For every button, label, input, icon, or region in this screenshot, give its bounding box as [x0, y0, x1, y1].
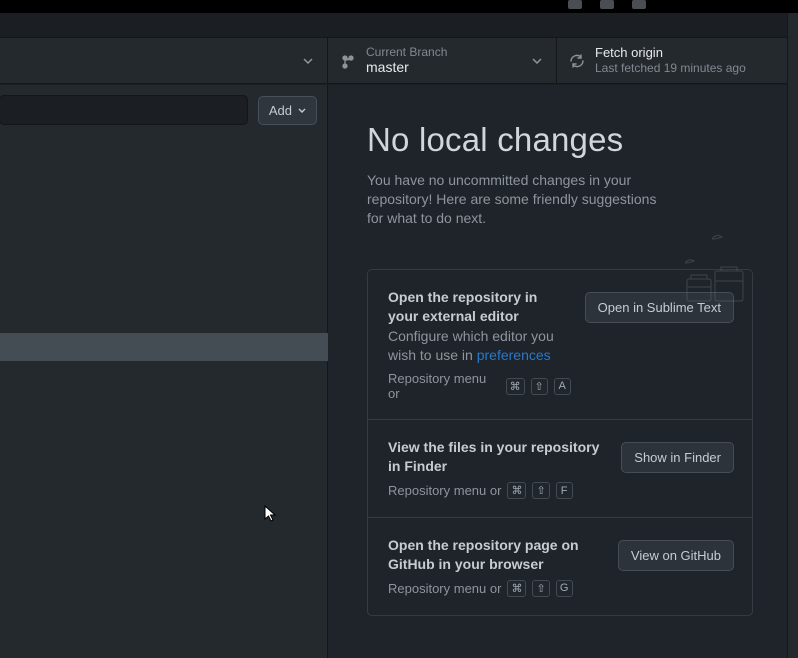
- kbd-letter: A: [554, 378, 571, 395]
- add-button-label: Add: [269, 103, 292, 118]
- card-hint: Repository menu or ⌘ ⇧ A: [388, 371, 571, 401]
- kbd-letter: F: [556, 482, 573, 499]
- card-view-github: Open the repository page on GitHub in yo…: [368, 518, 752, 615]
- kbd-cmd: ⌘: [506, 378, 525, 395]
- branch-selector[interactable]: Current Branch master: [328, 38, 557, 83]
- card-title: View the files in your repository in Fin…: [388, 438, 607, 476]
- card-hint: Repository menu or ⌘ ⇧ F: [388, 482, 607, 499]
- suggestion-cards: Open the repository in your external edi…: [367, 269, 753, 616]
- card-hint: Repository menu or ⌘ ⇧ G: [388, 580, 604, 597]
- dock-app-icon: [568, 0, 582, 9]
- filter-row: Add: [0, 85, 327, 135]
- branch-label: Current Branch: [366, 45, 447, 59]
- background-dock: [568, 0, 646, 9]
- kbd-letter: G: [556, 580, 573, 597]
- page-title: No local changes: [367, 121, 753, 159]
- branch-value: master: [366, 59, 447, 77]
- card-title: Open the repository page on GitHub in yo…: [388, 536, 604, 574]
- app-toolbar: Current Branch master Fetch origin Last …: [0, 37, 787, 84]
- kbd-shift: ⇧: [532, 482, 549, 499]
- main-content: No local changes You have no uncommitted…: [328, 85, 787, 658]
- kbd-cmd: ⌘: [507, 580, 526, 597]
- card-show-finder: View the files in your repository in Fin…: [368, 420, 752, 518]
- right-scrollbar-track[interactable]: [787, 13, 798, 658]
- git-branch-icon: [340, 53, 356, 69]
- caret-down-icon: [303, 58, 313, 64]
- dock-app-icon: [600, 0, 614, 9]
- caret-down-icon: [532, 58, 542, 64]
- empty-state-illustration: [679, 221, 757, 311]
- kbd-cmd: ⌘: [507, 482, 526, 499]
- show-finder-button[interactable]: Show in Finder: [621, 442, 734, 473]
- dock-app-icon: [632, 0, 646, 9]
- fetch-button[interactable]: Fetch origin Last fetched 19 minutes ago: [557, 38, 787, 83]
- kbd-shift: ⇧: [531, 378, 548, 395]
- sync-icon: [569, 53, 585, 69]
- preferences-link[interactable]: preferences: [477, 347, 551, 363]
- os-top-strip: [0, 0, 798, 13]
- add-button[interactable]: Add: [258, 96, 317, 125]
- fetch-label: Fetch origin: [595, 45, 746, 61]
- card-subtext: Configure which editor you wish to use i…: [388, 327, 571, 365]
- card-title: Open the repository in your external edi…: [388, 288, 571, 326]
- page-description: You have no uncommitted changes in your …: [367, 171, 667, 228]
- repo-selector[interactable]: [0, 38, 328, 83]
- caret-down-icon: [298, 108, 306, 113]
- kbd-shift: ⇧: [532, 580, 549, 597]
- view-github-button[interactable]: View on GitHub: [618, 540, 734, 571]
- repo-sidebar: Add: [0, 85, 328, 658]
- fetch-sub: Last fetched 19 minutes ago: [595, 61, 746, 76]
- repo-list-item-selected[interactable]: [0, 333, 328, 361]
- filter-input[interactable]: [0, 95, 248, 125]
